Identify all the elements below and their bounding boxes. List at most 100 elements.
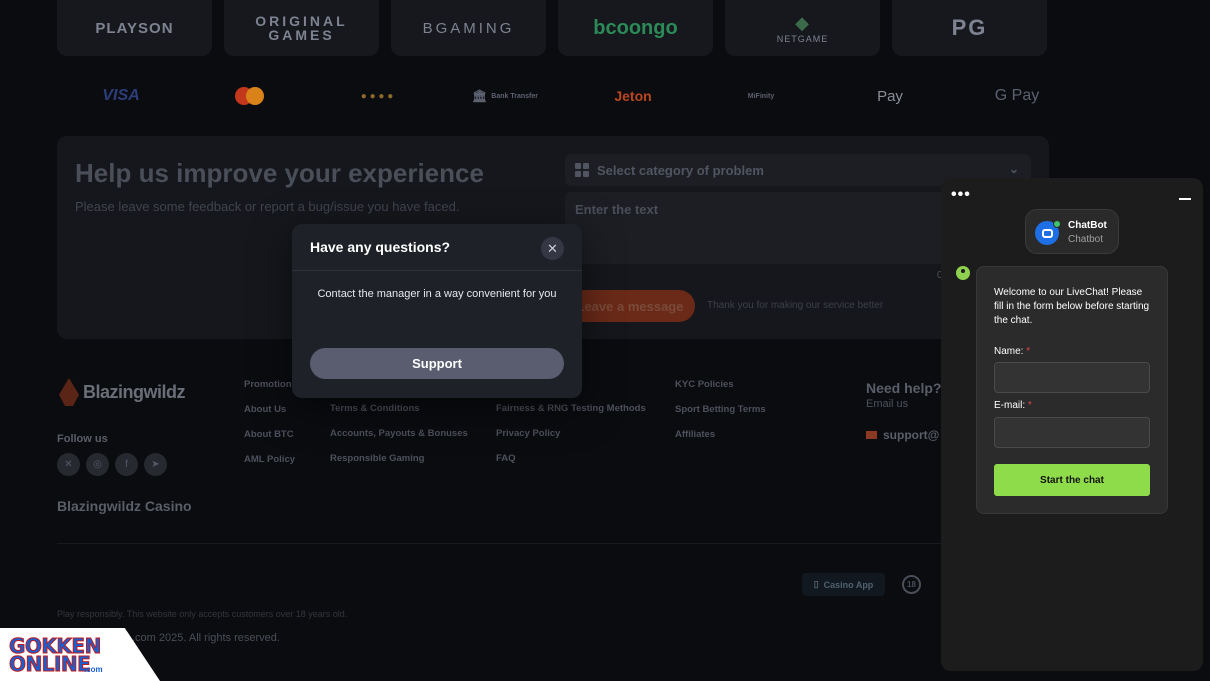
chevron-down-icon: ⌄: [1008, 162, 1019, 176]
provider-pg-soft[interactable]: PG: [892, 0, 1047, 56]
chatbot-avatar: [1035, 220, 1061, 245]
instagram-icon[interactable]: ◎: [86, 453, 109, 476]
modal-title: Have any questions?: [310, 239, 451, 255]
provider-label: ORIGINAL GAMES: [255, 13, 348, 43]
email-field[interactable]: [994, 417, 1150, 448]
name-label: Name: *: [994, 346, 1030, 357]
support-button[interactable]: Support: [310, 348, 564, 379]
support-email: support@: [883, 428, 940, 442]
watermark-suffix: .com: [84, 665, 103, 674]
provider-row: PLAYSON ORIGINAL GAMES BGAMING bcoongo ◆…: [57, 0, 1047, 56]
telegram-icon[interactable]: ➤: [144, 453, 167, 476]
payment-row: VISA ● ● ● ● 🏛 Bank Transfer Jeton MiFini…: [57, 84, 1081, 108]
provider-label: bcoongo: [593, 16, 678, 39]
payment-visa: VISA: [57, 84, 185, 108]
modal-message: Contact the manager in a way convenient …: [317, 288, 557, 300]
envelope-icon: [866, 431, 877, 439]
phone-icon: ▯: [813, 579, 819, 589]
start-chat-button[interactable]: Start the chat: [994, 464, 1150, 496]
name-label-text: Name:: [994, 346, 1024, 357]
footer-link[interactable]: About BTC: [244, 429, 297, 440]
footer-divider: [57, 543, 947, 544]
chat-menu-icon[interactable]: •••: [951, 186, 971, 204]
payment-mifinity: MiFinity: [697, 84, 825, 108]
leave-message-button[interactable]: Leave a message: [565, 290, 695, 322]
brand-name: Blazingwildz: [83, 381, 186, 402]
required-mark: *: [1026, 346, 1031, 357]
agent-name: ChatBot: [1068, 220, 1107, 231]
prechat-form: Welcome to our LiveChat! Please fill in …: [976, 266, 1168, 514]
feedback-thanks: Thank you for making our service better: [707, 300, 884, 311]
provider-booongo[interactable]: bcoongo: [558, 0, 713, 56]
provider-label: BGAMING: [422, 19, 515, 37]
category-grid-icon: [575, 163, 589, 177]
copyright-text: .com 2025. All rights reserved.: [132, 632, 280, 644]
provider-label: NETGAME: [776, 33, 829, 44]
footer-link[interactable]: Accounts, Payouts & Bonuses: [330, 428, 468, 439]
footer-col-4: KYC Policies Sport Betting Terms Affilia…: [675, 379, 766, 440]
casino-app-button[interactable]: ▯ Casino App: [802, 573, 885, 596]
footer-col-2: Terms & Conditions Accounts, Payouts & B…: [330, 403, 468, 464]
payment-label: G Pay: [994, 87, 1040, 104]
feedback-subtitle: Please leave some feedback or report a b…: [75, 199, 460, 214]
provider-label: PG: [951, 15, 988, 40]
payment-label: Jeton: [614, 88, 652, 104]
chat-bubble-icon: [1041, 228, 1053, 238]
payment-jeton: Jeton: [569, 84, 697, 108]
follow-label: Follow us: [57, 433, 108, 445]
mastercard-circle-icon: [245, 87, 264, 105]
page: PLAYSON ORIGINAL GAMES BGAMING bcoongo ◆…: [0, 0, 1210, 681]
x-icon[interactable]: ✕: [57, 453, 80, 476]
livechat-panel: ••• ChatBot Chatbot Welcome to our LiveC…: [941, 178, 1203, 671]
age-18-badge: 18: [902, 575, 921, 594]
payment-label: Bank Transfer: [491, 92, 538, 100]
casino-app-label: Casino App: [823, 579, 874, 590]
footer-link[interactable]: Privacy Policy: [496, 428, 646, 439]
email-label: E-mail: *: [994, 400, 1032, 411]
provider-label: PLAYSON: [95, 19, 174, 37]
footer-link[interactable]: FAQ: [496, 453, 646, 464]
footer-link[interactable]: Fairness & RNG Testing Methods: [496, 403, 646, 414]
payment-label: VISA: [102, 87, 140, 104]
provider-bgaming[interactable]: BGAMING: [391, 0, 546, 56]
footer-link[interactable]: Affiliates: [675, 429, 766, 440]
netgame-icon: ◆: [795, 12, 810, 33]
payment-google-pay: G Pay: [953, 84, 1081, 108]
footer-link[interactable]: Sport Betting Terms: [675, 404, 766, 415]
provider-netgame[interactable]: ◆ NETGAME: [725, 0, 880, 56]
need-help-title: Need help?: [866, 380, 942, 396]
modal-divider: [292, 270, 582, 271]
payment-bank-transfer: 🏛 Bank Transfer: [441, 84, 569, 108]
name-field[interactable]: [994, 362, 1150, 393]
category-placeholder: Select category of problem: [597, 162, 764, 178]
payment-label: MiFinity: [747, 92, 775, 100]
footer-col-3: Fairness & RNG Testing Methods Privacy P…: [496, 403, 646, 464]
payment-label: Pay: [877, 87, 903, 105]
close-icon[interactable]: ✕: [541, 237, 564, 260]
support-email-link[interactable]: support@: [866, 428, 939, 442]
email-label-text: E-mail:: [994, 400, 1026, 411]
footer-link[interactable]: About Us: [244, 404, 297, 415]
responsible-gaming-text: Play responsibly. This website only acce…: [57, 609, 348, 619]
payment-mastercard: [185, 84, 313, 108]
footer-link[interactable]: Promotions: [244, 379, 297, 390]
provider-playson[interactable]: PLAYSON: [57, 0, 212, 56]
required-mark: *: [1027, 400, 1032, 411]
payment-crypto: ● ● ● ●: [313, 84, 441, 108]
feedback-title: Help us improve your experience: [75, 158, 484, 188]
brand-logo[interactable]: Blazingwildz: [59, 378, 186, 406]
welcome-message: Welcome to our LiveChat! Please fill in …: [994, 287, 1150, 326]
footer-col-1: Promotions About Us About BTC AML Policy: [244, 379, 297, 465]
provider-original-games[interactable]: ORIGINAL GAMES: [224, 0, 379, 56]
payment-apple-pay: Pay: [825, 84, 953, 108]
agent-role: Chatbot: [1068, 234, 1104, 245]
facebook-icon[interactable]: f: [115, 453, 138, 476]
minimize-icon[interactable]: [1179, 198, 1191, 200]
social-links: ✕ ◎ f ➤: [57, 453, 167, 476]
footer-link[interactable]: Terms & Conditions: [330, 403, 468, 414]
textarea-placeholder: Enter the text: [575, 202, 659, 217]
footer-link[interactable]: Responsible Gaming: [330, 453, 468, 464]
bank-icon: 🏛: [472, 89, 488, 103]
footer-link[interactable]: KYC Policies: [675, 379, 766, 390]
footer-link[interactable]: AML Policy: [244, 454, 297, 465]
